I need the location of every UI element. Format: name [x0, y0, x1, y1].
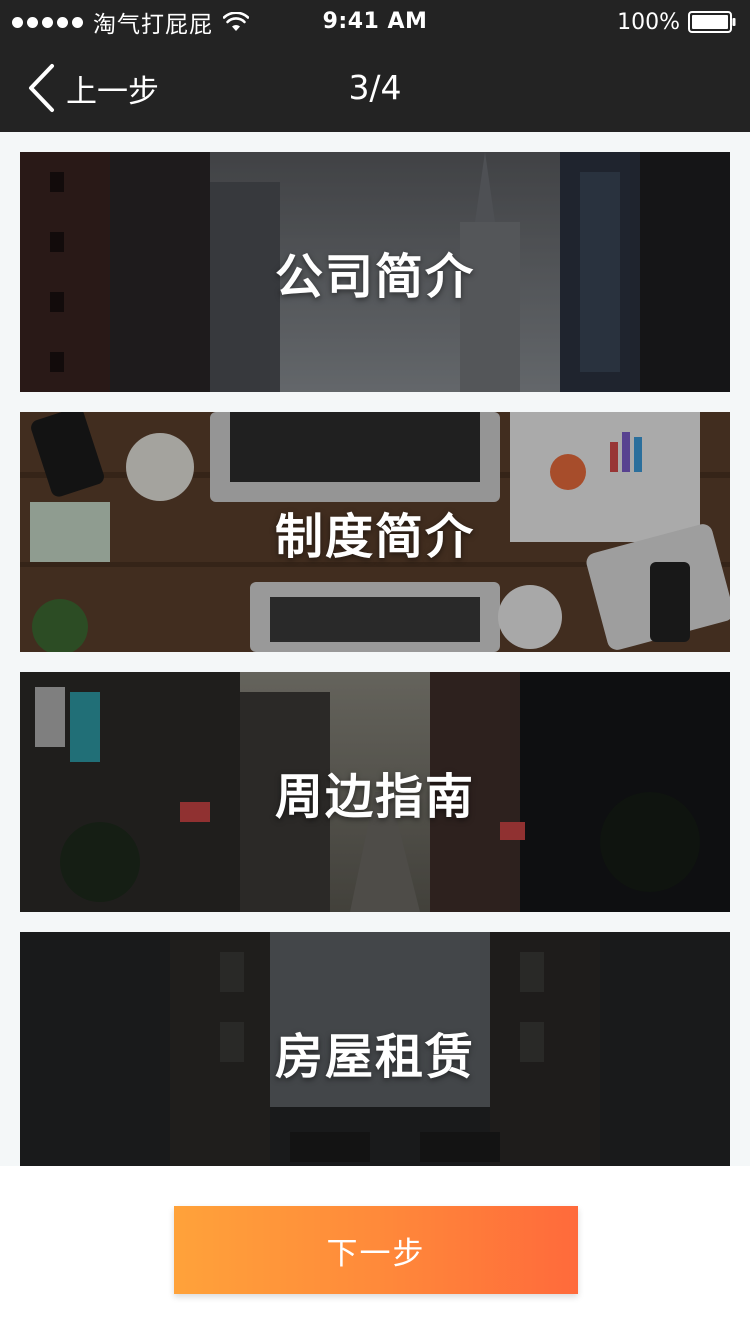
card-title: 房屋租赁 — [274, 1029, 475, 1085]
card-title: 公司简介 — [274, 249, 475, 305]
navigation-bar: 上一步 3/4 — [0, 44, 750, 132]
next-step-button[interactable]: 下一步 — [174, 1206, 578, 1294]
card-neighborhood-guide[interactable]: 周边指南 — [20, 672, 730, 912]
bottom-action-bar: 下一步 — [0, 1166, 750, 1334]
card-list: 公司简介 制度简介 周边指南 房屋租赁 — [20, 152, 730, 1166]
chevron-left-icon — [29, 64, 54, 112]
battery-full-icon — [688, 11, 736, 33]
card-title: 制度简介 — [274, 509, 475, 565]
back-label: 上一步 — [66, 73, 159, 110]
battery-percent: 100% — [617, 9, 680, 35]
card-policy-intro[interactable]: 制度简介 — [20, 412, 730, 652]
status-right: 100% — [617, 0, 736, 44]
card-title: 周边指南 — [274, 769, 475, 825]
card-company-intro[interactable]: 公司简介 — [20, 152, 730, 392]
card-housing-rental[interactable]: 房屋租赁 — [20, 932, 730, 1166]
status-bar: 淘气打屁屁 9:41 AM 100% — [0, 0, 750, 44]
back-button[interactable]: 上一步 — [26, 44, 159, 132]
